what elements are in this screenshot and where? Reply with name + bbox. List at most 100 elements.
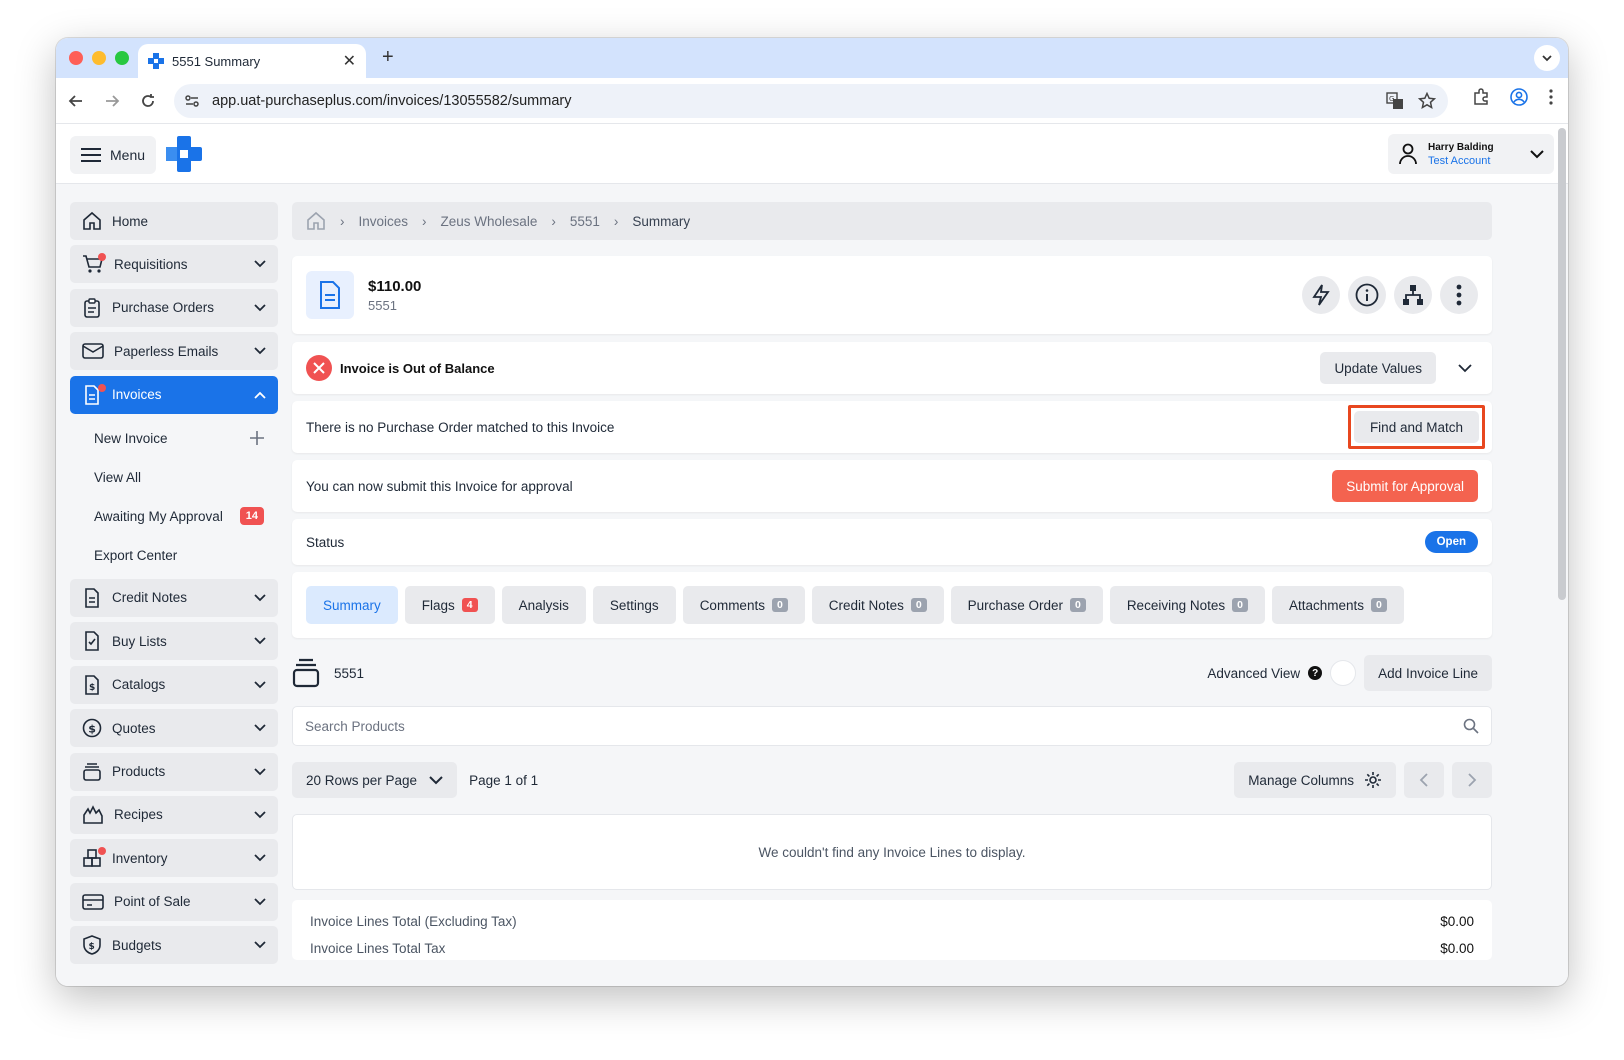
search-products-input[interactable]: Search Products xyxy=(292,706,1492,746)
invoice-lines-title: 5551 xyxy=(334,665,365,681)
browser-tab[interactable]: 5551 Summary ✕ xyxy=(138,44,366,78)
sidebar-item-catalogs[interactable]: $ Catalogs xyxy=(70,665,278,704)
profile-icon[interactable] xyxy=(1510,88,1528,106)
prev-page-icon[interactable] xyxy=(1404,762,1444,798)
tab-summary[interactable]: Summary xyxy=(306,586,398,624)
search-icon[interactable] xyxy=(1463,718,1479,734)
tab-search-chevron-icon[interactable] xyxy=(1534,45,1560,71)
sidebar-item-point-of-sale[interactable]: Point of Sale xyxy=(70,882,278,921)
notification-dot xyxy=(98,253,106,262)
advanced-view-toggle[interactable] xyxy=(1330,660,1357,686)
minimize-window-button[interactable] xyxy=(92,51,106,65)
svg-text:G: G xyxy=(1389,95,1394,103)
chevron-down-icon xyxy=(254,304,266,312)
url-text: app.uat-purchaseplus.com/invoices/130555… xyxy=(212,92,572,109)
sidebar-item-label: Point of Sale xyxy=(114,894,191,910)
sidebar-item-recipes[interactable]: Recipes xyxy=(70,795,278,834)
card-icon xyxy=(82,893,104,910)
notification-dot xyxy=(98,847,106,856)
menu-button[interactable]: Menu xyxy=(70,136,156,174)
hierarchy-icon[interactable] xyxy=(1394,276,1432,314)
sidebar-item-quotes[interactable]: $ Quotes xyxy=(70,709,278,748)
invoice-totals: Invoice Lines Total (Excluding Tax) $0.0… xyxy=(292,900,1492,960)
site-settings-icon[interactable] xyxy=(184,93,200,109)
toolbar-right xyxy=(1472,88,1554,106)
tab-credit-notes[interactable]: Credit Notes 0 xyxy=(811,586,944,624)
tab-count: 0 xyxy=(1371,598,1387,612)
find-and-match-highlight: Find and Match xyxy=(1347,405,1485,449)
plus-icon[interactable] xyxy=(250,431,264,446)
breadcrumb-invoice-number[interactable]: 5551 xyxy=(570,214,600,229)
info-icon[interactable] xyxy=(1348,276,1386,314)
tab-label: Summary xyxy=(323,597,381,613)
tab-receiving-notes[interactable]: Receiving Notes 0 xyxy=(1109,586,1265,624)
sidebar-sub-new-invoice[interactable]: New Invoice xyxy=(70,419,278,458)
hamburger-icon xyxy=(81,148,101,162)
tab-comments[interactable]: Comments 0 xyxy=(682,586,805,624)
breadcrumb-supplier[interactable]: Zeus Wholesale xyxy=(441,214,538,229)
chevron-right-icon: › xyxy=(613,213,619,229)
sidebar-item-credit-notes[interactable]: Credit Notes xyxy=(70,578,278,617)
sidebar-item-label: Buy Lists xyxy=(112,633,167,649)
tab-attachments[interactable]: Attachments 0 xyxy=(1271,586,1404,624)
sidebar-item-home[interactable]: Home xyxy=(70,202,278,240)
find-and-match-button[interactable]: Find and Match xyxy=(1353,411,1479,443)
lightning-icon[interactable] xyxy=(1302,276,1340,314)
browser-menu-icon[interactable] xyxy=(1548,88,1554,106)
sidebar-sub-export-center[interactable]: Export Center xyxy=(70,536,278,575)
invoice-amount: $110.00 xyxy=(368,277,422,295)
address-bar[interactable]: app.uat-purchaseplus.com/invoices/130555… xyxy=(174,83,1448,118)
sidebar-sub-awaiting-approval[interactable]: Awaiting My Approval 14 xyxy=(70,497,278,536)
sidebar-sub-view-all[interactable]: View All xyxy=(70,458,278,497)
chevron-down-icon xyxy=(254,594,266,602)
new-tab-icon[interactable]: + xyxy=(382,46,394,69)
tab-flags[interactable]: Flags 4 xyxy=(404,586,495,624)
stack-icon xyxy=(292,658,320,688)
tab-count: 0 xyxy=(1069,598,1086,612)
tab-settings[interactable]: Settings xyxy=(592,586,676,624)
sidebar-sub-label: Awaiting My Approval xyxy=(94,508,223,524)
translate-icon[interactable]: G xyxy=(1386,91,1404,110)
back-icon[interactable] xyxy=(66,91,86,111)
help-icon[interactable]: ? xyxy=(1308,666,1323,680)
invoice-number: 5551 xyxy=(368,297,397,313)
submit-for-approval-button[interactable]: Submit for Approval xyxy=(1332,470,1478,502)
add-invoice-line-button[interactable]: Add Invoice Line xyxy=(1364,655,1492,691)
tab-analysis[interactable]: Analysis xyxy=(501,586,586,624)
stack-icon xyxy=(83,762,101,781)
close-window-button[interactable] xyxy=(69,51,83,65)
invoice-summary-card: $110.00 5551 xyxy=(292,256,1492,334)
reload-icon[interactable] xyxy=(138,91,158,111)
total-value: $0.00 xyxy=(1440,941,1474,956)
page-scrollbar[interactable] xyxy=(1558,128,1566,600)
purchase-order-match-card: There is no Purchase Order matched to th… xyxy=(292,401,1492,453)
extensions-icon[interactable] xyxy=(1472,88,1490,106)
chevron-down-icon xyxy=(254,854,266,862)
tab-purchase-order[interactable]: Purchase Order 0 xyxy=(950,586,1103,624)
next-page-icon[interactable] xyxy=(1452,762,1492,798)
purchaseplus-logo[interactable] xyxy=(166,136,202,177)
sidebar-item-paperless-emails[interactable]: Paperless Emails xyxy=(70,332,278,371)
rows-per-page-select[interactable]: 20 Rows per Page xyxy=(292,762,458,798)
close-tab-icon[interactable]: ✕ xyxy=(343,51,356,71)
home-icon[interactable] xyxy=(306,211,326,231)
svg-text:$: $ xyxy=(88,723,96,736)
update-values-button[interactable]: Update Values xyxy=(1320,352,1436,384)
sidebar-item-inventory[interactable]: Inventory xyxy=(70,839,278,878)
sidebar-item-products[interactable]: Products xyxy=(70,752,278,791)
sidebar-item-budgets[interactable]: $ Budgets xyxy=(70,926,278,965)
sidebar-item-invoices[interactable]: Invoices xyxy=(70,375,278,414)
bookmark-star-icon[interactable] xyxy=(1418,91,1436,110)
more-options-icon[interactable] xyxy=(1440,276,1478,314)
manage-columns-button[interactable]: Manage Columns xyxy=(1234,762,1396,798)
tab-label: Attachments xyxy=(1288,597,1364,613)
breadcrumb-invoices[interactable]: Invoices xyxy=(359,214,409,229)
sidebar-item-requisitions[interactable]: Requisitions xyxy=(70,245,278,284)
forward-icon[interactable] xyxy=(102,91,122,111)
status-label: Status xyxy=(306,534,345,550)
sidebar-item-buy-lists[interactable]: Buy Lists xyxy=(70,622,278,661)
chevron-down-icon[interactable] xyxy=(1458,363,1472,373)
user-menu[interactable]: Harry Balding Test Account xyxy=(1388,134,1554,174)
maximize-window-button[interactable] xyxy=(115,51,129,65)
sidebar-item-purchase-orders[interactable]: Purchase Orders xyxy=(70,288,278,327)
